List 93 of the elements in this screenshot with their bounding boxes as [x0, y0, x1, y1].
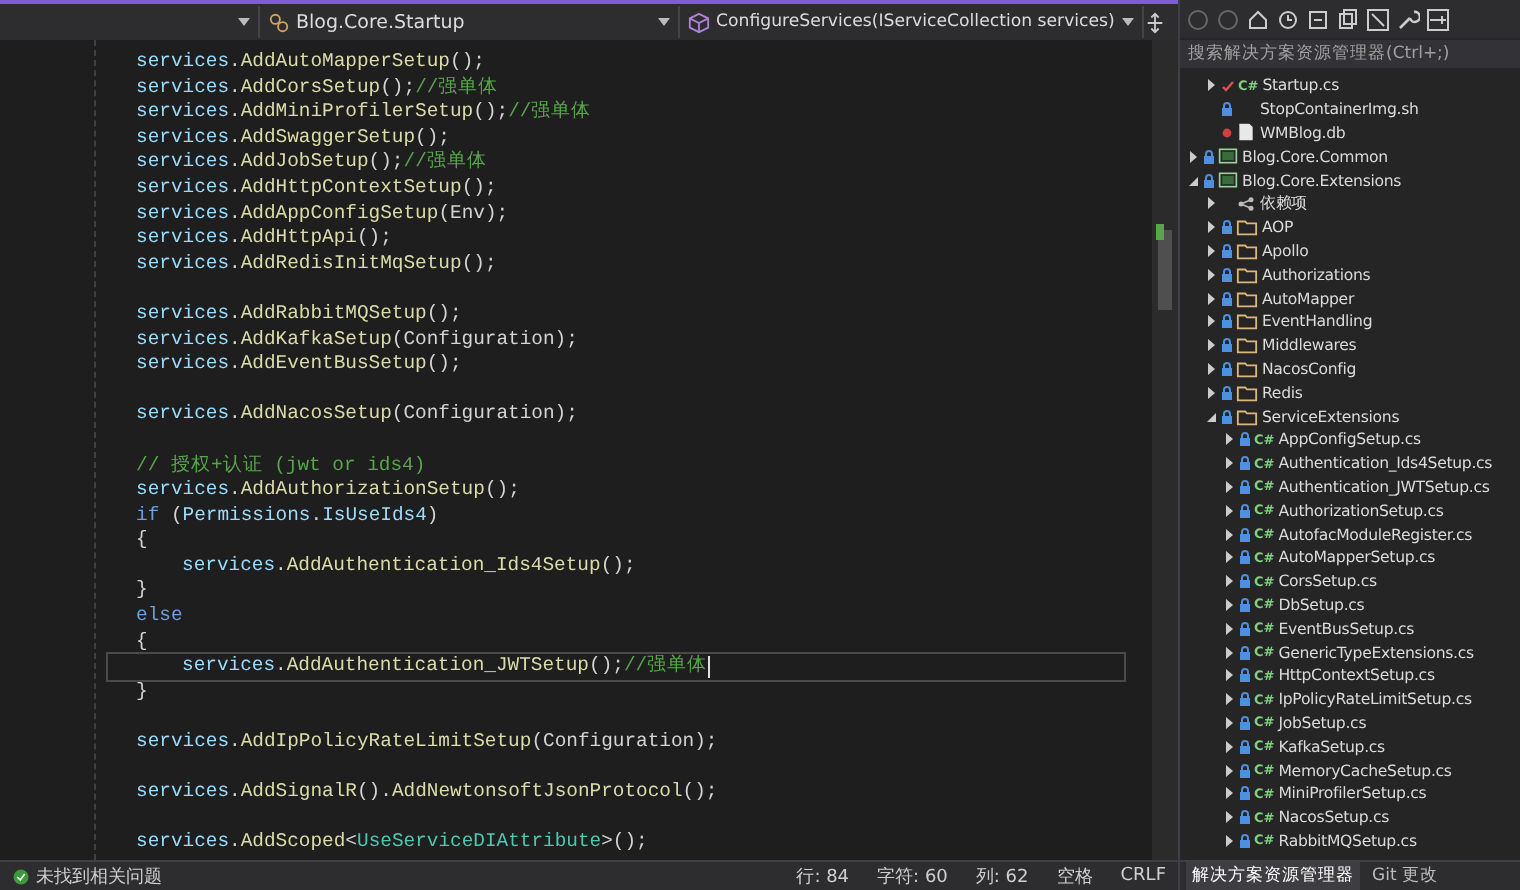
collapsed-arrow-icon[interactable] — [1204, 78, 1218, 93]
folder-icon — [1236, 263, 1258, 286]
folder-icon — [1236, 381, 1258, 404]
code-line: services.AddAutoMapperSetup(); — [136, 50, 487, 76]
collapsed-arrow-icon[interactable] — [1222, 786, 1236, 801]
code-line: // 授权+认证 (jwt or ids4) — [136, 453, 428, 479]
code-line: } — [136, 578, 150, 605]
search-field[interactable]: 搜索解决方案资源管理器(Ctrl+;) — [1180, 40, 1520, 68]
cube-icon — [688, 11, 710, 33]
code-line: services.AddRabbitMQSetup(); — [136, 301, 464, 328]
csharp-project-icon — [1218, 146, 1238, 167]
split-icon — [1144, 11, 1166, 33]
problems-status[interactable]: 未找到相关问题 — [36, 863, 162, 889]
file-icon — [1236, 122, 1256, 143]
collapsed-arrow-icon[interactable] — [1222, 621, 1236, 636]
code-line: if (Permissions.IsUseIds4) — [136, 503, 441, 529]
code-line: services.AddEventBusSetup(); — [136, 352, 464, 378]
folder-icon — [1236, 216, 1258, 239]
collapsed-arrow-icon[interactable] — [1222, 432, 1236, 447]
code-line: services.AddSignalR().AddNewtonsoftJsonProtocol(); — [136, 780, 720, 806]
code-line: services.AddJobSetup();//强单体 — [136, 150, 489, 176]
folder-icon — [1236, 357, 1258, 380]
code-line: services.AddNacosSetup(Configuration); — [136, 402, 580, 428]
home-icon — [1246, 7, 1270, 31]
dropdown-caret-icon[interactable] — [238, 18, 250, 26]
collapsed-arrow-icon[interactable] — [1204, 243, 1218, 258]
collapsed-arrow-icon[interactable] — [1222, 456, 1236, 471]
collapsed-arrow-icon[interactable] — [1222, 550, 1236, 565]
collapsed-arrow-icon[interactable] — [1186, 149, 1200, 164]
char-number: 字符: 60 — [877, 865, 948, 889]
collapsed-arrow-icon[interactable] — [1204, 291, 1218, 306]
collapsed-arrow-icon[interactable] — [1204, 267, 1218, 282]
code-line: services.AddKafkaSetup(Configuration); — [136, 327, 580, 353]
code-line: services.AddRedisInitMqSetup(); — [136, 251, 499, 277]
dropdown-caret-icon[interactable] — [658, 18, 670, 26]
folder-icon — [1236, 310, 1258, 333]
collapsed-arrow-icon[interactable] — [1222, 597, 1236, 612]
collapsed-arrow-icon[interactable] — [1222, 692, 1236, 707]
code-line: services.AddHttpContextSetup(); — [136, 175, 499, 202]
folder-icon — [1236, 239, 1258, 262]
member-dropdown[interactable]: ConfigureServices(IServiceCollection services) — [716, 12, 1115, 32]
panel-tab[interactable]: 解决方案资源管理器 — [1186, 862, 1360, 890]
code-line: else — [136, 604, 185, 630]
dropdown-caret-icon[interactable] — [1122, 18, 1134, 26]
collapsed-arrow-icon[interactable] — [1222, 503, 1236, 518]
collapse-icon — [1306, 7, 1330, 31]
code-line: services.AddMiniProfilerSetup();//强单体 — [136, 100, 594, 126]
code-line: services.AddScoped<UseServiceDIAttribute>(); — [136, 830, 650, 856]
csharp-project-icon — [1218, 170, 1238, 191]
collapsed-arrow-icon[interactable] — [1204, 385, 1218, 400]
collapsed-arrow-icon[interactable] — [1204, 338, 1218, 353]
code-line: services.AddAuthentication_Ids4Setup(); — [180, 553, 638, 579]
collapsed-arrow-icon[interactable] — [1222, 715, 1236, 730]
collapsed-arrow-icon[interactable] — [1222, 833, 1236, 848]
collapsed-arrow-icon[interactable] — [1222, 763, 1236, 777]
code-line: services.AddSwaggerSetup(); — [136, 125, 452, 150]
collapsed-arrow-icon[interactable] — [1204, 196, 1218, 211]
code-line: services.AddHttpApi(); — [136, 226, 394, 252]
code-line: services.AddAppConfigSetup(Env); — [136, 201, 511, 227]
collapsed-arrow-icon[interactable] — [1222, 739, 1236, 754]
collapsed-arrow-icon[interactable] — [1222, 479, 1236, 494]
code-line: } — [136, 679, 150, 705]
folder-icon — [1236, 405, 1258, 428]
collapsed-arrow-icon[interactable] — [1204, 314, 1218, 329]
class-icon — [268, 11, 290, 33]
collapsed-arrow-icon[interactable] — [1222, 645, 1236, 660]
expanded-arrow-icon[interactable] — [1204, 409, 1218, 424]
collapsed-arrow-icon[interactable] — [1222, 574, 1236, 589]
code-line: services.AddCorsSetup();//强单体 — [136, 75, 501, 101]
collapsed-arrow-icon[interactable] — [1222, 810, 1236, 825]
current-line: services.AddAuthentication_JWTSetup();//强单体 — [108, 654, 1124, 680]
folder-icon — [1236, 287, 1258, 310]
code-line: services.AddAuthorizationSetup(); — [136, 478, 522, 504]
history-icon — [1276, 7, 1300, 31]
expanded-arrow-icon[interactable] — [1186, 173, 1200, 188]
line-ending[interactable]: CRLF — [1120, 866, 1166, 886]
code-line: { — [136, 528, 150, 554]
text-cursor — [707, 656, 710, 679]
check-circle-icon — [12, 867, 30, 885]
panel-tab[interactable]: Git 更改 — [1366, 862, 1444, 890]
copy-icon — [1336, 7, 1360, 31]
collapsed-arrow-icon[interactable] — [1222, 527, 1236, 542]
code-line: services.AddIpPolicyRateLimitSetup(Configuration); — [136, 730, 720, 756]
type-dropdown[interactable]: Blog.Core.Startup — [296, 11, 465, 33]
code-line: { — [136, 629, 150, 655]
folder-icon — [1236, 334, 1258, 357]
collapsed-arrow-icon[interactable] — [1222, 668, 1236, 683]
line-number: 行: 84 — [796, 865, 850, 889]
collapsed-arrow-icon[interactable] — [1204, 361, 1218, 376]
column-number: 列: 62 — [975, 865, 1029, 889]
dependencies-icon — [1236, 193, 1256, 214]
collapsed-arrow-icon[interactable] — [1204, 220, 1218, 235]
indent-mode[interactable]: 空格 — [1056, 863, 1093, 889]
